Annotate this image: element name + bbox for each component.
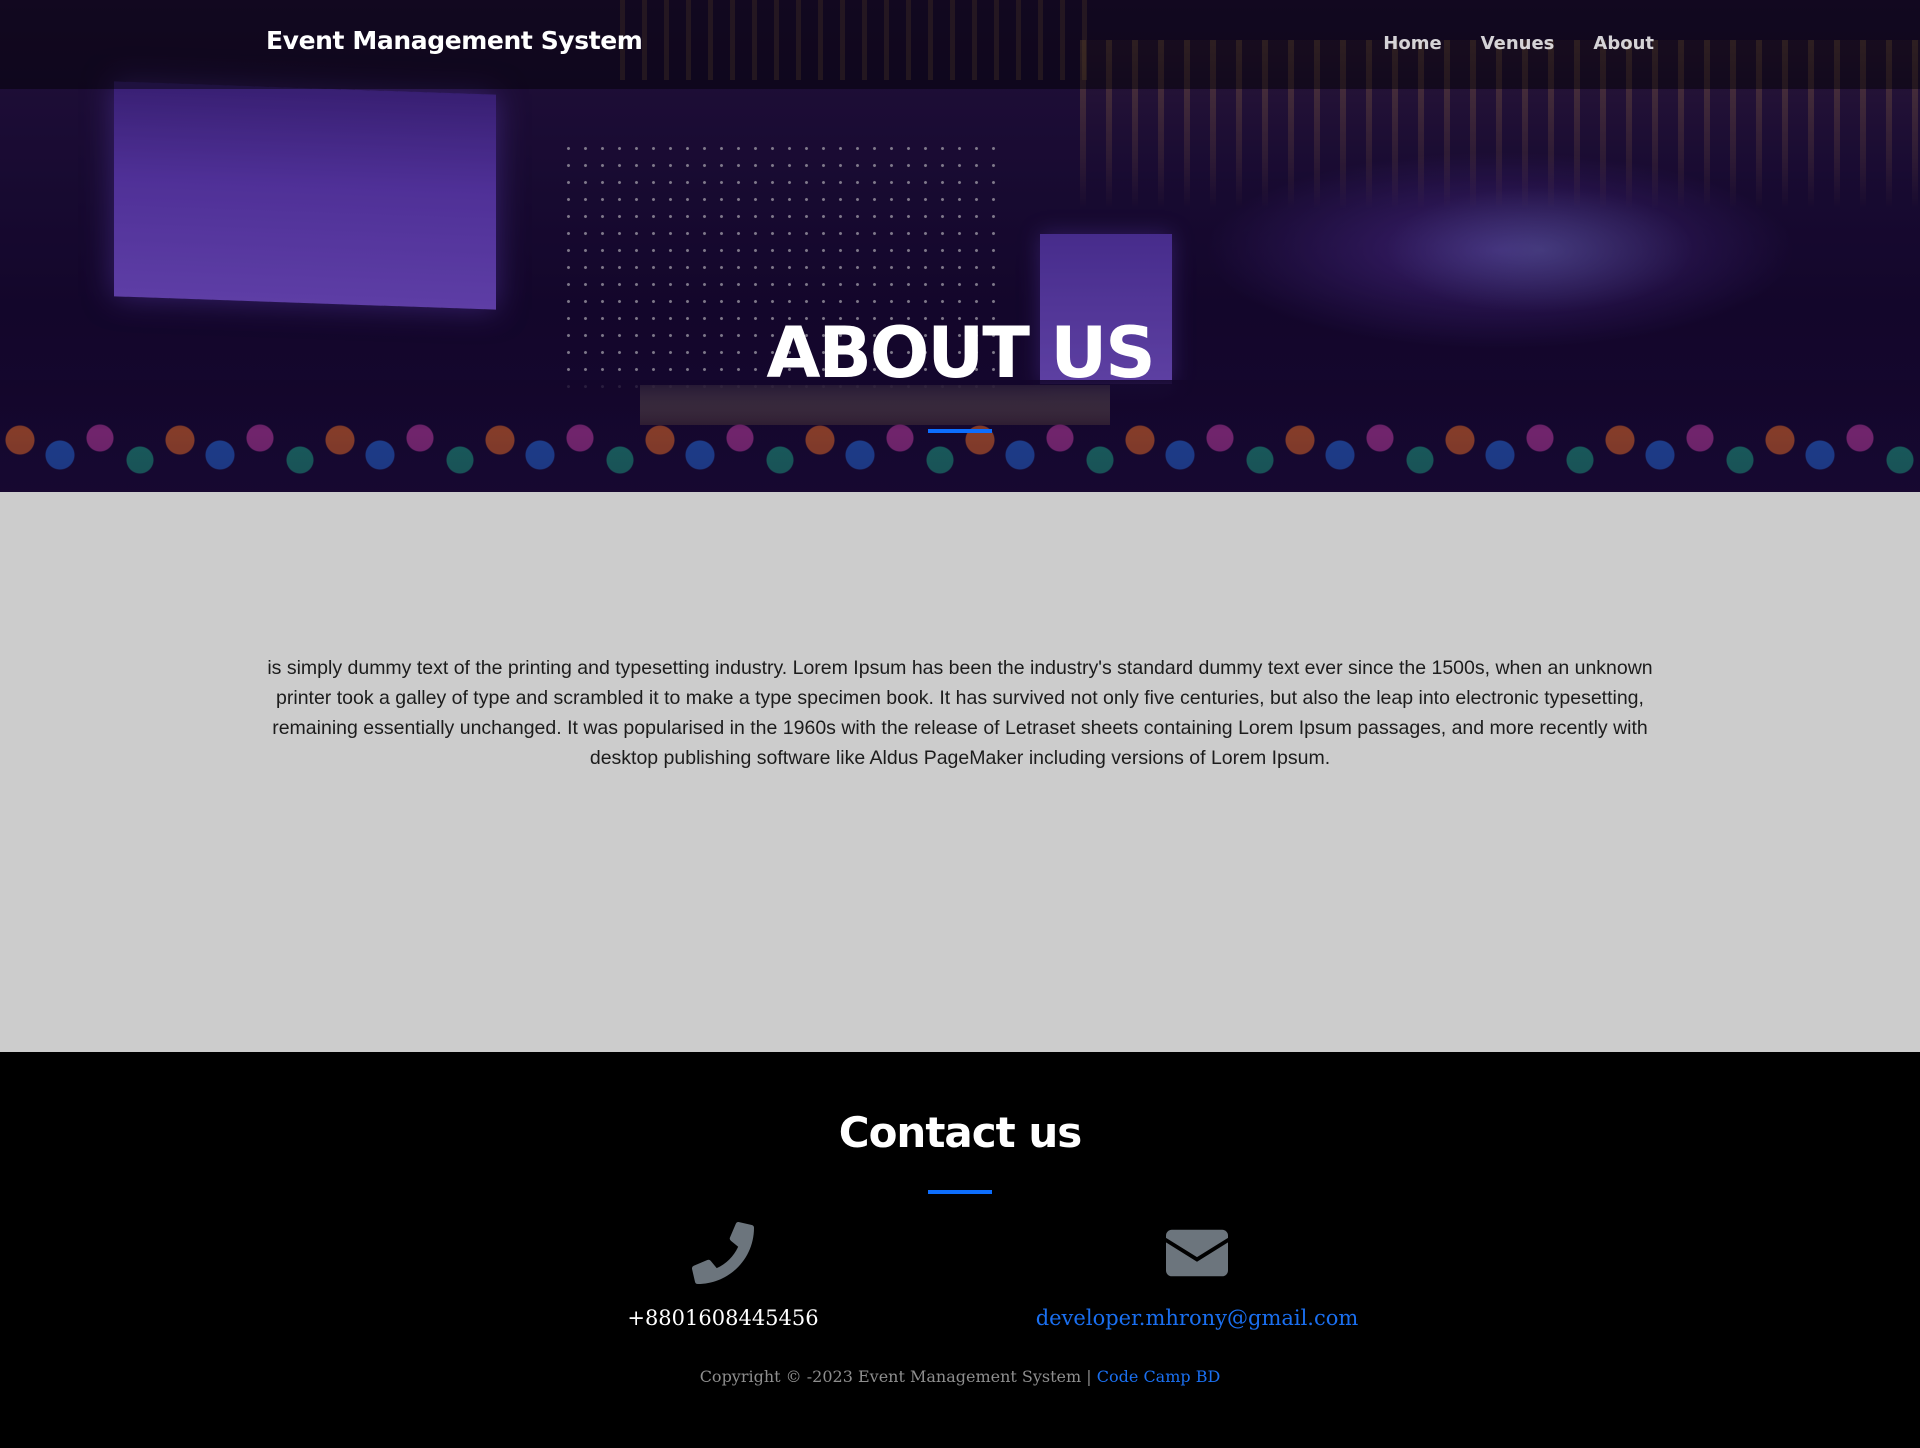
- phone-icon: [692, 1222, 754, 1284]
- brand-link[interactable]: Event Management System: [266, 26, 643, 55]
- hero-section: Event Management System Home Venues Abou…: [0, 0, 1920, 492]
- footer: Contact us +8801608445456 developer.mhro…: [0, 1052, 1920, 1448]
- nav-links: Home Venues About: [1383, 33, 1654, 54]
- envelope-icon: [1166, 1229, 1228, 1277]
- contact-title: Contact us: [838, 1108, 1083, 1157]
- copyright-text: Copyright © -2023 Event Management Syste…: [699, 1367, 1092, 1386]
- about-text: is simply dummy text of the printing and…: [267, 657, 1653, 769]
- navbar: Event Management System Home Venues Abou…: [0, 0, 1920, 89]
- nav-link-about[interactable]: About: [1593, 33, 1654, 54]
- email-link[interactable]: developer.mhrony@gmail.com: [997, 1306, 1397, 1330]
- contact-underline: [928, 1190, 992, 1194]
- nav-link-home[interactable]: Home: [1383, 33, 1441, 54]
- contact-phone: +8801608445456: [523, 1222, 923, 1330]
- nav-link-venues[interactable]: Venues: [1481, 33, 1555, 54]
- about-section: is simply dummy text of the printing and…: [0, 492, 1920, 1052]
- credit-link[interactable]: Code Camp BD: [1097, 1367, 1221, 1386]
- title-underline: [928, 429, 992, 433]
- page-title: ABOUT US: [766, 312, 1155, 394]
- copyright: Copyright © -2023 Event Management Syste…: [0, 1367, 1920, 1386]
- phone-number[interactable]: +8801608445456: [523, 1306, 923, 1330]
- contact-email: developer.mhrony@gmail.com: [997, 1222, 1397, 1330]
